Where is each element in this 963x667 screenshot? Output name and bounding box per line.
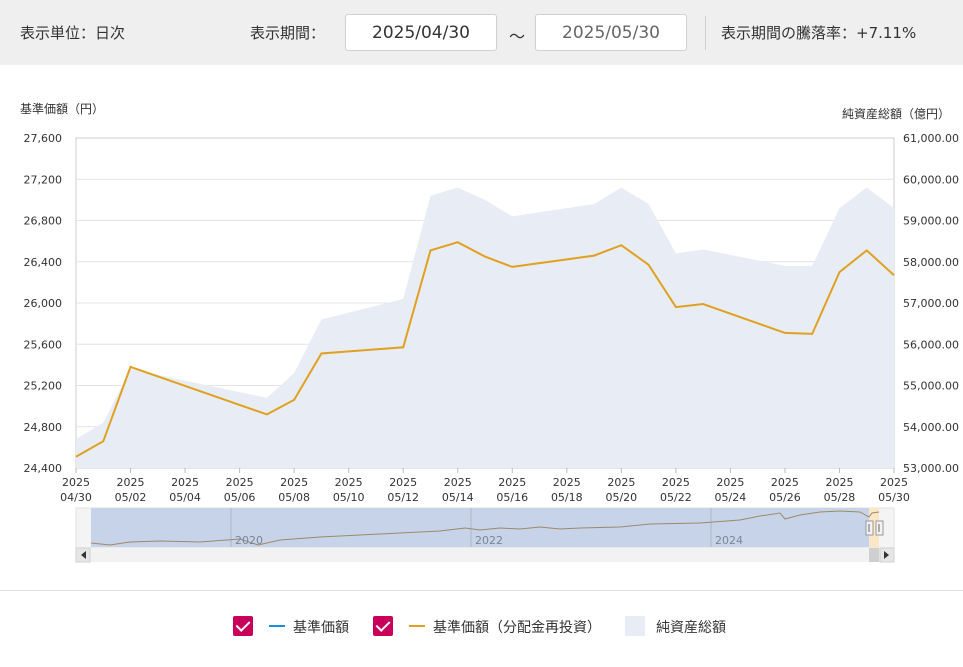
period-toolbar: 表示単位：日次 表示期間： 2025/04/30 ～ 2025/05/30 表示… xyxy=(0,0,963,65)
x-tick-date: 05/04 xyxy=(169,491,201,504)
y2-axis-title: 純資産総額（億円） xyxy=(842,106,950,121)
y2-tick-label: 54,000.00 xyxy=(903,421,959,434)
legend-label-nav[interactable]: 基準価額 xyxy=(293,617,349,637)
y2-tick-label: 55,000.00 xyxy=(903,380,959,393)
navigator-year-label: 2022 xyxy=(475,534,503,547)
nav-reinvested-checkbox[interactable] xyxy=(373,616,393,636)
navigator-year-label: 2024 xyxy=(715,534,743,547)
x-tick-date: 05/10 xyxy=(333,491,365,504)
y-tick-label: 26,000 xyxy=(24,297,63,310)
y2-tick-label: 59,000.00 xyxy=(903,215,959,228)
x-tick-date: 05/24 xyxy=(715,491,747,504)
x-tick-date: 04/30 xyxy=(60,491,92,504)
y2-tick-label: 61,000.00 xyxy=(903,132,959,145)
end-date-input[interactable]: 2025/05/30 xyxy=(535,14,687,51)
y2-tick-label: 56,000.00 xyxy=(903,338,959,351)
toolbar-divider xyxy=(705,16,706,50)
y-tick-label: 27,600 xyxy=(24,132,63,145)
display-unit-label: 表示単位：日次 xyxy=(20,24,126,42)
y2-tick-label: 53,000.00 xyxy=(903,462,959,475)
x-tick-year: 2025 xyxy=(62,476,90,489)
x-tick-date: 05/06 xyxy=(224,491,256,504)
x-tick-date: 05/26 xyxy=(769,491,801,504)
y-tick-label: 26,400 xyxy=(24,256,63,269)
x-tick-year: 2025 xyxy=(607,476,635,489)
y-tick-label: 25,600 xyxy=(24,338,63,351)
x-tick-year: 2025 xyxy=(444,476,472,489)
legend-label-nav-reinvested[interactable]: 基準価額（分配金再投資） xyxy=(433,617,601,637)
y2-tick-label: 60,000.00 xyxy=(903,173,959,186)
x-tick-year: 2025 xyxy=(553,476,581,489)
x-tick-year: 2025 xyxy=(389,476,417,489)
scrollbar-thumb[interactable] xyxy=(869,548,879,562)
x-tick-date: 05/02 xyxy=(115,491,147,504)
navigator-scrollbar[interactable] xyxy=(75,547,895,563)
x-tick-date: 05/08 xyxy=(278,491,310,504)
x-tick-date: 05/22 xyxy=(660,491,692,504)
y-tick-label: 24,400 xyxy=(24,462,63,475)
x-tick-year: 2025 xyxy=(226,476,254,489)
y-tick-label: 27,200 xyxy=(24,173,63,186)
x-tick-year: 2025 xyxy=(171,476,199,489)
nav-series-checkbox[interactable] xyxy=(233,616,253,636)
price-chart: 基準価額（円） 純資産総額（億円） 27,600 27,200 26,800 26,4… xyxy=(20,101,959,563)
x-tick-year: 2025 xyxy=(771,476,799,489)
y-tick-label: 25,200 xyxy=(24,380,63,393)
x-tick-date: 05/20 xyxy=(605,491,637,504)
x-tick-year: 2025 xyxy=(825,476,853,489)
period-change-rate: 表示期間の騰落率：+7.11% xyxy=(721,24,917,42)
range-navigator[interactable]: 2020 2022 2024 xyxy=(75,507,895,549)
y-tick-label: 24,800 xyxy=(24,421,63,434)
nav-reinvested-legend-swatch xyxy=(409,625,425,627)
y2-tick-label: 57,000.00 xyxy=(903,297,959,310)
y2-tick-label: 58,000.00 xyxy=(903,256,959,269)
y-axis-title: 基準価額（円） xyxy=(20,101,104,116)
navigator-year-label: 2020 xyxy=(235,534,263,547)
x-tick-date: 05/30 xyxy=(878,491,910,504)
y-tick-label: 26,800 xyxy=(24,215,63,228)
x-tick-date: 05/16 xyxy=(496,491,528,504)
x-tick-year: 2025 xyxy=(498,476,526,489)
x-tick-year: 2025 xyxy=(280,476,308,489)
nav-legend-swatch xyxy=(269,625,285,627)
display-period-label: 表示期間： xyxy=(250,24,326,42)
start-date-input[interactable]: 2025/04/30 xyxy=(345,14,497,51)
x-tick-year: 2025 xyxy=(716,476,744,489)
net-assets-legend-swatch xyxy=(625,616,645,636)
x-tick-year: 2025 xyxy=(335,476,363,489)
x-tick-year: 2025 xyxy=(880,476,908,489)
x-tick-date: 05/18 xyxy=(551,491,583,504)
scrollbar-track[interactable] xyxy=(76,548,894,562)
x-tick-date: 05/14 xyxy=(442,491,474,504)
x-tick-year: 2025 xyxy=(117,476,145,489)
x-tick-date: 05/12 xyxy=(387,491,419,504)
range-tilde: ～ xyxy=(509,27,526,46)
x-tick-date: 05/28 xyxy=(824,491,856,504)
x-tick-year: 2025 xyxy=(662,476,690,489)
legend-label-net-assets[interactable]: 純資産総額 xyxy=(656,617,726,637)
